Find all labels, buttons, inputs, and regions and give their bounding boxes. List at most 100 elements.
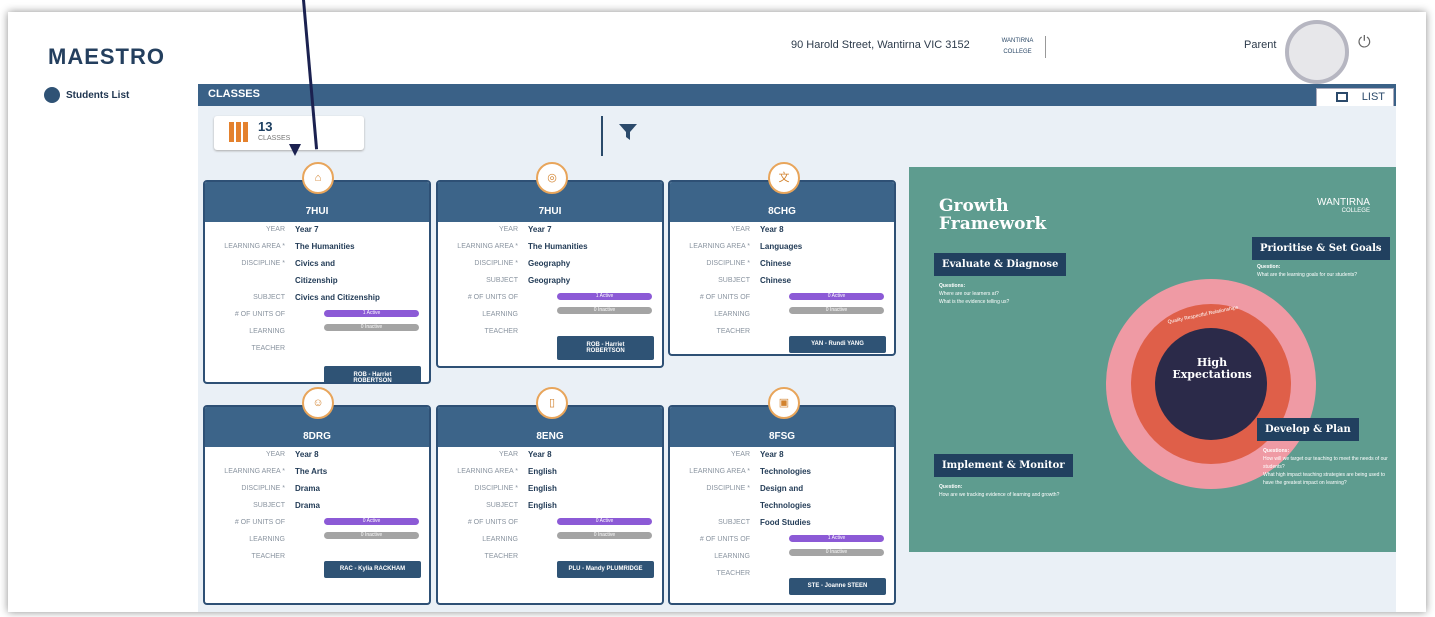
subject-label: SUBJECT xyxy=(253,294,285,301)
question-text: Where are our learners at? xyxy=(939,291,999,297)
teacher-button[interactable]: YAN - Rundi YANG xyxy=(789,336,886,353)
discipline-value: English xyxy=(528,484,557,493)
implement-questions: Question: How are we tracking evidence o… xyxy=(939,483,1069,499)
center-text: High Expectations xyxy=(1159,357,1265,381)
subject-label: SUBJECT xyxy=(486,502,518,509)
languages-icon: 文 xyxy=(768,162,800,194)
discipline-label: DISCIPLINE * xyxy=(706,260,750,267)
learning-area-label: LEARNING AREA * xyxy=(689,243,750,250)
inactive-units-pill: 0 Inactive xyxy=(789,307,884,314)
poster-school-logo: WANTIRNA COLLEGE xyxy=(1317,197,1370,214)
discipline-value: Chinese xyxy=(760,259,792,268)
teacher-label: TEACHER xyxy=(484,553,518,560)
inactive-units-pill: 0 Inactive xyxy=(557,307,652,314)
teacher-button[interactable]: ROB - Harriet ROBERTSON xyxy=(557,336,654,360)
learning-area-label: LEARNING AREA * xyxy=(224,243,285,250)
learning-area-value: The Humanities xyxy=(295,242,355,251)
sidebar-item-label: Students List xyxy=(66,89,130,101)
books-icon xyxy=(229,122,249,142)
class-card[interactable]: 7HUI YEAR Year 7 LEARNING AREA * The Human… xyxy=(203,180,431,384)
subject-label: SUBJECT xyxy=(253,502,285,509)
units-label-line2: LEARNING xyxy=(714,553,750,560)
units-label-line2: LEARNING xyxy=(249,328,285,335)
inner-circle xyxy=(1155,328,1267,440)
class-card[interactable]: 8ENG YEAR Year 8 LEARNING AREA * English D… xyxy=(436,405,664,605)
subject-value: Food Studies xyxy=(760,518,811,527)
sidebar-item-students-list[interactable]: Students List xyxy=(44,87,129,103)
learning-area-label: LEARNING AREA * xyxy=(457,243,518,250)
question-heading: Question: xyxy=(939,484,963,490)
subject-value: Chinese xyxy=(760,276,792,285)
student-icon xyxy=(44,87,60,103)
subject-value: Drama xyxy=(295,501,320,510)
year-label: YEAR xyxy=(498,226,518,233)
units-label: # OF UNITS OF xyxy=(467,294,518,301)
class-card[interactable]: 8FSG YEAR Year 8 LEARNING AREA * Technolog… xyxy=(668,405,896,605)
question-text: How will we target our teaching to meet … xyxy=(1263,456,1388,470)
learning-area-label: LEARNING AREA * xyxy=(457,468,518,475)
globe-icon: ◎ xyxy=(536,162,568,194)
subject-label: SUBJECT xyxy=(718,519,750,526)
power-icon[interactable]: ⏻ xyxy=(1358,34,1371,52)
list-view-button[interactable]: LIST xyxy=(1316,88,1394,107)
discipline-value-line2: Citizenship xyxy=(295,276,338,285)
units-label: # OF UNITS OF xyxy=(234,311,285,318)
teacher-button[interactable]: RAC - Kylia RACKHAM xyxy=(324,561,421,578)
list-icon xyxy=(1336,92,1348,102)
toolbar-divider xyxy=(601,116,603,156)
subject-label: SUBJECT xyxy=(718,277,750,284)
discipline-label: DISCIPLINE * xyxy=(706,485,750,492)
units-label-line2: LEARNING xyxy=(482,311,518,318)
subject-value: English xyxy=(528,501,557,510)
learning-area-value: English xyxy=(528,467,557,476)
discipline-value-line1: Civics and xyxy=(295,259,336,268)
teacher-button[interactable]: ROB - Harriet ROBERTSON xyxy=(324,366,421,384)
year-value: Year 8 xyxy=(528,450,552,459)
year-label: YEAR xyxy=(265,451,285,458)
units-label-line2: LEARNING xyxy=(249,536,285,543)
year-label: YEAR xyxy=(730,226,750,233)
center-line2: Expectations xyxy=(1172,368,1252,381)
question-heading: Question: xyxy=(1257,264,1281,270)
teacher-button[interactable]: PLU - Mandy PLUMRIDGE xyxy=(557,561,654,578)
active-units-pill: 0 Active xyxy=(789,293,884,300)
inactive-units-pill: 0 Inactive xyxy=(557,532,652,539)
year-value: Year 8 xyxy=(760,450,784,459)
teacher-label: TEACHER xyxy=(716,570,750,577)
units-label-line2: LEARNING xyxy=(482,536,518,543)
poster-title-line1: Growth xyxy=(939,196,1009,216)
subject-value: Geography xyxy=(528,276,571,285)
school-mini-logo: WANTIRNA COLLEGE xyxy=(996,36,1046,58)
discipline-label: DISCIPLINE * xyxy=(474,260,518,267)
year-value: Year 8 xyxy=(760,225,784,234)
prioritise-questions: Question: What are the learning goals fo… xyxy=(1257,263,1392,279)
discipline-value: Geography xyxy=(528,259,571,268)
class-card[interactable]: 8CHG YEAR Year 8 LEARNING AREA * Languages… xyxy=(668,180,896,356)
filter-icon[interactable] xyxy=(618,122,638,142)
units-label: # OF UNITS OF xyxy=(699,536,750,543)
class-card[interactable]: 7HUI YEAR Year 7 LEARNING AREA * The Human… xyxy=(436,180,664,368)
learning-area-value: The Humanities xyxy=(528,242,588,251)
growth-framework-poster: Growth Framework WANTIRNA COLLEGE Quality… xyxy=(909,167,1396,552)
active-units-pill: 0 Active xyxy=(324,518,419,525)
role-label: Parent xyxy=(1244,39,1277,51)
learning-area-value: The Arts xyxy=(295,467,328,476)
learning-area-label: LEARNING AREA * xyxy=(224,468,285,475)
units-label-line2: LEARNING xyxy=(714,311,750,318)
teacher-button[interactable]: STE - Joanne STEEN xyxy=(789,578,886,595)
inactive-units-pill: 0 Inactive xyxy=(324,532,419,539)
subject-value: Civics and Citizenship xyxy=(295,293,380,302)
inactive-units-pill: 0 Inactive xyxy=(324,324,419,331)
year-label: YEAR xyxy=(265,226,285,233)
active-units-pill: 1 Active xyxy=(324,310,419,317)
develop-box: Develop & Plan xyxy=(1257,418,1359,441)
poster-title-line2: Framework xyxy=(939,214,1047,234)
active-units-pill: 1 Active xyxy=(557,293,652,300)
book-icon: ▯ xyxy=(536,387,568,419)
teacher-name-line2: ROBERTSON xyxy=(353,378,392,384)
class-card[interactable]: 8DRG YEAR Year 8 LEARNING AREA * The Arts … xyxy=(203,405,431,605)
avatar[interactable] xyxy=(1285,20,1349,84)
evaluate-questions: Questions: Where are our learners at? Wh… xyxy=(939,282,1059,306)
active-units-pill: 0 Active xyxy=(557,518,652,525)
learning-area-value: Languages xyxy=(760,242,803,251)
